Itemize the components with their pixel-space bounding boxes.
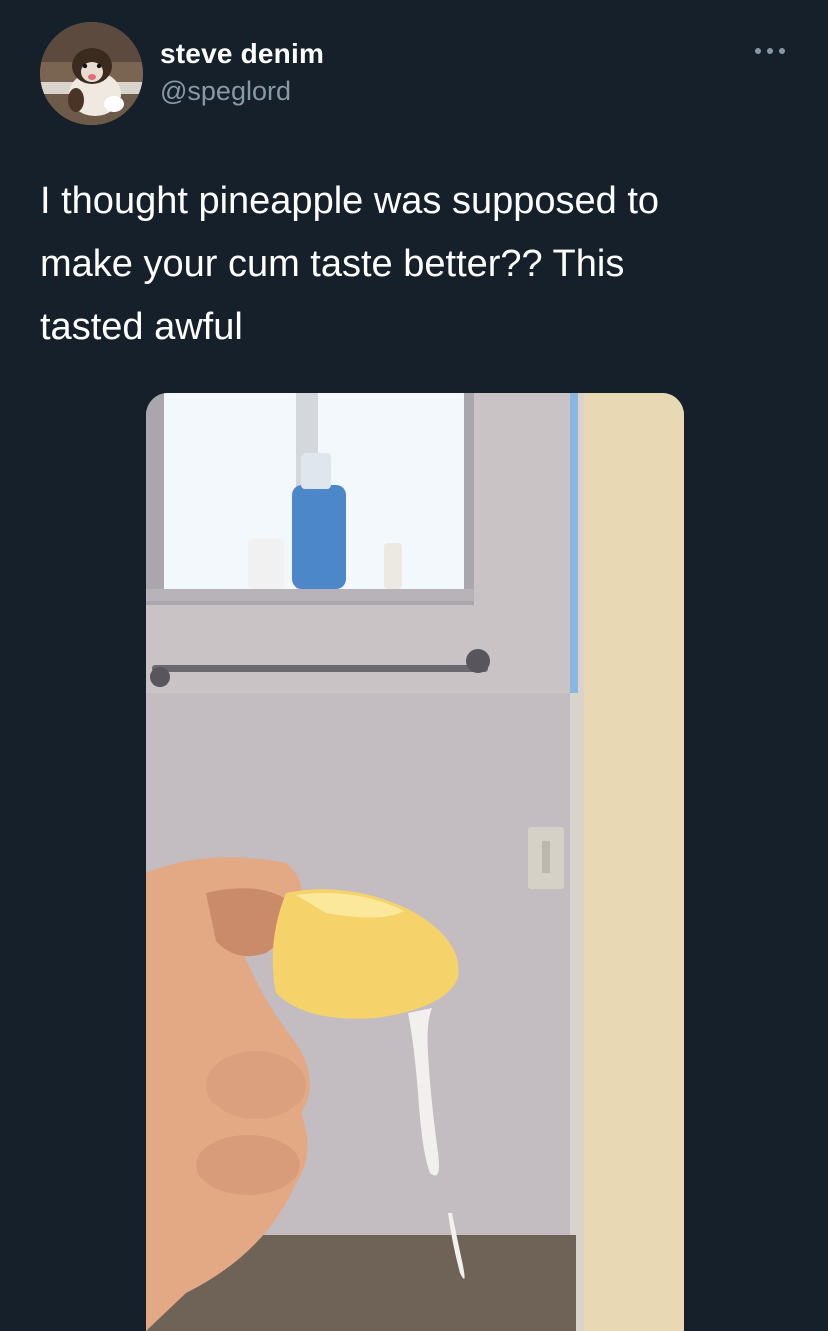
tweet-text: I thought pineapple was supposed to make… xyxy=(40,180,660,348)
dog-avatar-icon[interactable] xyxy=(40,22,143,125)
more-options-icon[interactable] xyxy=(748,36,792,66)
author-display-name[interactable]: steve denim xyxy=(160,38,324,70)
author-handle[interactable]: @speglord xyxy=(160,76,291,107)
tweet-photo[interactable] xyxy=(146,393,684,1331)
tweet-card: steve denim @speglord I thought pineappl… xyxy=(0,0,828,1331)
